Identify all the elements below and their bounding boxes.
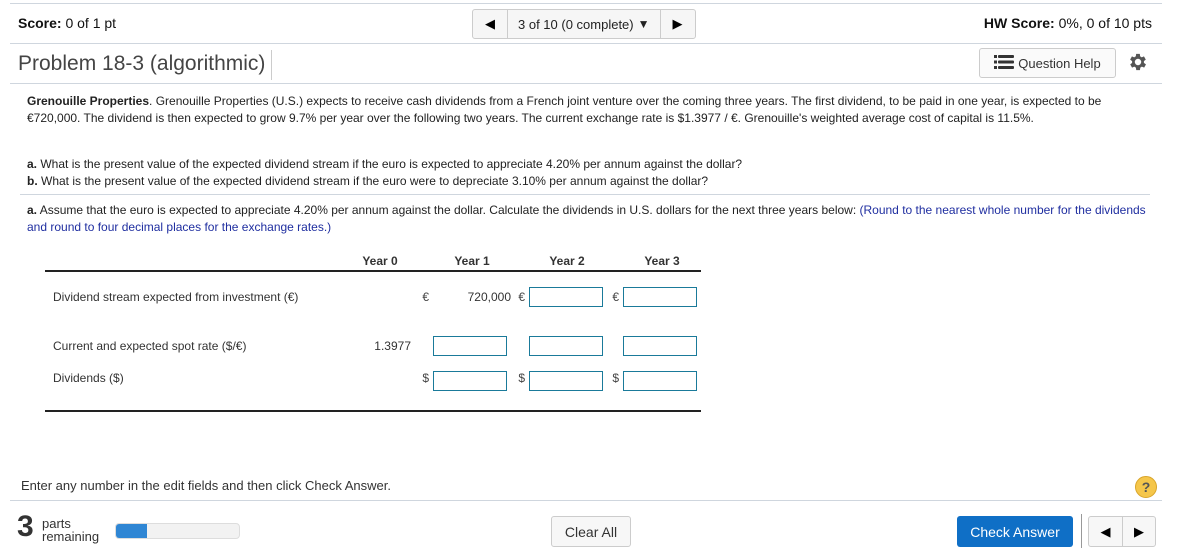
- dividend-year-3-input[interactable]: [623, 286, 697, 307]
- row-label: Dividends ($): [45, 371, 345, 412]
- title-divider: [10, 83, 1162, 84]
- score: Score: 0 of 1 pt: [18, 15, 116, 31]
- header-year-2: Year 2: [529, 252, 605, 272]
- empty-cell: [511, 321, 529, 371]
- score-value: 0 of 1 pt: [65, 15, 117, 31]
- hw-score-label: HW Score:: [983, 15, 1055, 31]
- dividends-usd-year-3-input[interactable]: [623, 371, 697, 391]
- table-row: Dividends ($) $ $ $: [45, 371, 701, 412]
- question-text: What is the present value of the expecte…: [37, 174, 709, 188]
- part-navigator: ◀ ▶: [1088, 516, 1156, 547]
- help-icon[interactable]: ?: [1135, 476, 1157, 498]
- question-letter: b.: [27, 174, 38, 188]
- triangle-right-icon: ▶: [672, 16, 683, 31]
- hw-score: HW Score: 0%, 0 of 10 pts: [984, 15, 1152, 31]
- question-list: a. What is the present value of the expe…: [27, 156, 742, 190]
- header-spacer: [415, 252, 433, 272]
- previous-question-button[interactable]: ◀: [473, 10, 507, 38]
- header-year-1: Year 1: [433, 252, 511, 272]
- table-row: Current and expected spot rate ($/€) 1.3…: [45, 321, 701, 371]
- question-help-label: Question Help: [1018, 55, 1101, 71]
- parts-remaining-label: parts remaining: [42, 517, 99, 543]
- button-separator: [1081, 514, 1082, 548]
- dollar-symbol: $: [605, 371, 623, 412]
- footer-divider: [10, 500, 1162, 501]
- header-year-0: Year 0: [345, 252, 415, 272]
- part-letter: a.: [27, 203, 38, 217]
- dividends-usd-year-2-input[interactable]: [529, 371, 603, 391]
- problem-description: Grenouille Properties. Grenouille Proper…: [27, 93, 1147, 127]
- row-label: Dividend stream expected from investment…: [53, 289, 299, 304]
- question-a: a. What is the present value of the expe…: [27, 156, 742, 173]
- problem-title: Problem 18-3 (algorithmic): [18, 50, 273, 80]
- description-text: . Grenouille Properties (U.S.) expects t…: [27, 94, 1102, 125]
- footer-instruction: Enter any number in the edit fields and …: [21, 478, 391, 493]
- company-name: Grenouille Properties: [27, 94, 150, 108]
- dividend-year-2-input[interactable]: [529, 286, 603, 307]
- question-letter: a.: [27, 157, 38, 171]
- hw-score-value: 0%, 0 of 10 pts: [1058, 15, 1152, 31]
- remaining-label: remaining: [42, 529, 100, 544]
- spot-rate-year-2-input[interactable]: [529, 336, 603, 356]
- header-year-3: Year 3: [623, 252, 701, 272]
- triangle-left-icon: ◀: [1100, 523, 1111, 539]
- dividend-year-1: 720,000: [467, 289, 511, 304]
- question-b: b. What is the present value of the expe…: [27, 173, 742, 190]
- dollar-symbol: $: [511, 371, 529, 412]
- score-label: Score:: [18, 15, 62, 31]
- clear-all-button[interactable]: Clear All: [551, 516, 631, 547]
- question-navigator: ◀ 3 of 10 (0 complete) ▼ ▶: [472, 9, 696, 39]
- chevron-down-icon: ▼: [637, 17, 650, 31]
- euro-symbol: €: [518, 289, 525, 304]
- question-divider: [20, 194, 1150, 195]
- dollar-symbol: $: [415, 371, 433, 412]
- triangle-right-icon: ▶: [1134, 523, 1144, 539]
- next-question-button[interactable]: ▶: [661, 10, 695, 38]
- empty-cell: [345, 271, 415, 321]
- header-spacer: [605, 252, 623, 272]
- gear-icon[interactable]: [1127, 51, 1149, 73]
- dividends-usd-year-1-input[interactable]: [433, 371, 507, 391]
- top-divider: [10, 3, 1162, 4]
- header-divider: [10, 43, 1162, 44]
- header-spacer: [511, 252, 529, 272]
- part-text: Assume that the euro is expected to appr…: [37, 203, 860, 217]
- question-dropdown[interactable]: 3 of 10 (0 complete) ▼: [507, 10, 661, 38]
- spot-rate-year-0: 1.3977: [374, 339, 411, 353]
- spot-rate-year-3-input[interactable]: [623, 336, 697, 356]
- check-answer-button[interactable]: Check Answer: [957, 516, 1073, 547]
- triangle-left-icon: ◀: [485, 16, 495, 31]
- parts-remaining-count: 3: [17, 510, 34, 543]
- dividend-table: Year 0 Year 1 Year 2 Year 3 Dividend str…: [45, 252, 701, 412]
- empty-cell: [605, 321, 623, 371]
- next-part-button[interactable]: ▶: [1122, 517, 1155, 546]
- parts-progress-bar: [115, 523, 240, 539]
- question-help-button[interactable]: Question Help: [979, 48, 1116, 78]
- euro-symbol: €: [612, 289, 619, 304]
- header-label: [45, 252, 345, 272]
- list-icon: [994, 54, 1015, 72]
- previous-part-button[interactable]: ◀: [1089, 517, 1122, 546]
- row-label: Current and expected spot rate ($/€): [53, 339, 247, 353]
- progress-fill: [116, 524, 147, 538]
- euro-symbol: €: [422, 289, 429, 304]
- part-a-instruction: a. Assume that the euro is expected to a…: [27, 202, 1157, 236]
- question-position: 3 of 10 (0 complete): [518, 16, 634, 32]
- table-row: Dividend stream expected from investment…: [45, 271, 701, 321]
- spot-rate-year-1-input[interactable]: [433, 336, 507, 356]
- table-header-row: Year 0 Year 1 Year 2 Year 3: [45, 252, 701, 272]
- question-text: What is the present value of the expecte…: [37, 157, 743, 171]
- empty-cell: [345, 371, 415, 412]
